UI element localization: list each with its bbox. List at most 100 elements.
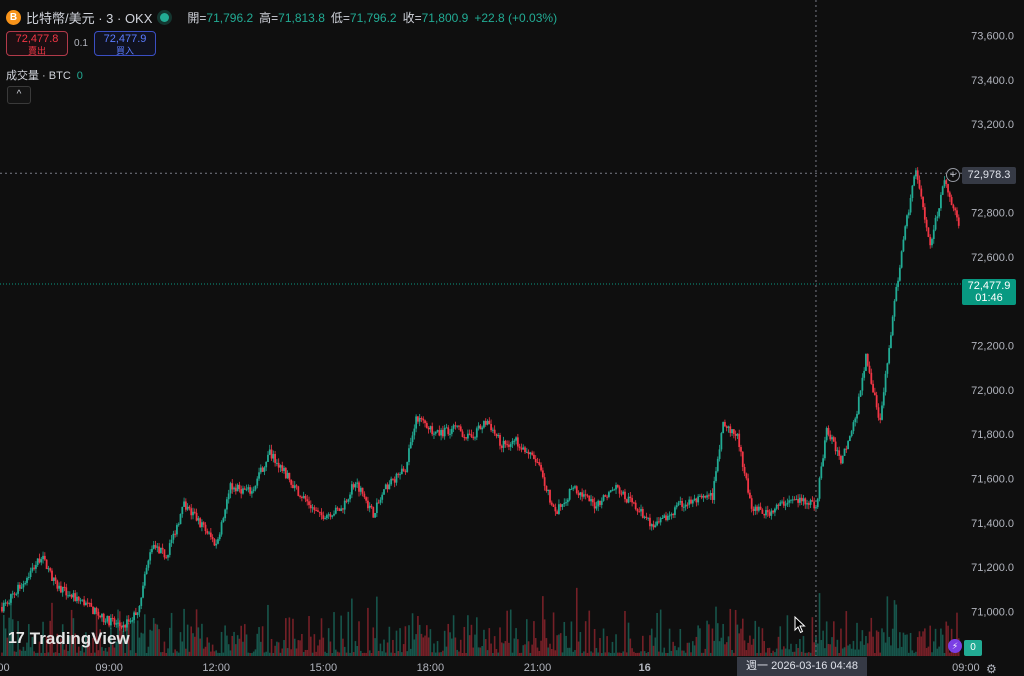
candle-body [29, 570, 32, 577]
trade-buttons: 72,477.8 賣出 0.1 72,477.9 買入 [6, 31, 156, 56]
volume-legend[interactable]: 成交量 · BTC 0 [6, 67, 83, 83]
candle-body [820, 466, 823, 479]
volume-bar [793, 651, 796, 656]
candle-body [538, 462, 541, 465]
volume-bar [604, 652, 607, 656]
volume-bar [615, 634, 617, 656]
candle-body [81, 599, 84, 601]
candle-body [923, 207, 926, 220]
collapse-legend-button[interactable]: ^ [7, 86, 31, 104]
candle-body [506, 444, 509, 446]
candle-body [572, 487, 575, 489]
volume-bar [902, 632, 905, 656]
candle-body [579, 492, 582, 496]
volume-bar [474, 634, 476, 656]
symbol-title[interactable]: 比特幣/美元 · 3 · OKX [26, 8, 152, 27]
volume-bar [285, 618, 287, 656]
volume-bar [445, 646, 448, 656]
volume-bar [365, 652, 367, 656]
candle-body [461, 431, 464, 437]
candle-body [483, 421, 485, 428]
price-chart[interactable]: 73,600.0 73,400.0 73,200.0 72,800.0 72,600.0… [0, 0, 1024, 676]
volume-bar [199, 638, 201, 656]
candle-body [111, 617, 114, 619]
candle-body [345, 500, 348, 502]
candle-body [208, 532, 210, 534]
volume-bar [731, 650, 733, 656]
volume-bar [802, 636, 805, 656]
candle-body [38, 558, 41, 563]
volume-bar [704, 648, 707, 656]
volume-bar [492, 653, 494, 656]
volume-bar [642, 635, 644, 656]
candle-body [884, 373, 887, 393]
candle-body [956, 210, 958, 218]
volume-bar [838, 652, 840, 656]
candle-body [468, 433, 471, 435]
volume-bar [286, 648, 289, 656]
symbol-legend[interactable]: B 比特幣/美元 · 3 · OKX 開= 71,796.2 高= 71,813.8… [6, 8, 557, 27]
volume-bar [165, 652, 168, 656]
volume-bar [522, 645, 525, 656]
volume-bar [545, 638, 548, 656]
candle-body [74, 593, 77, 602]
candle-body [458, 425, 460, 427]
volume-bar [741, 618, 744, 656]
volume-bar [608, 652, 610, 656]
candle-body [393, 479, 396, 483]
volume-bar [24, 650, 27, 656]
volume-bar [822, 630, 824, 656]
tradingview-mark-icon: 17 [8, 630, 25, 647]
candle-body [97, 611, 100, 616]
candle-body [484, 421, 487, 425]
candle-body [645, 516, 648, 518]
volume-bar [386, 642, 389, 656]
candle-body [781, 501, 783, 503]
candle-body [715, 471, 717, 482]
volume-bar [265, 651, 267, 656]
volume-bar [152, 618, 155, 656]
candle-body [186, 506, 189, 510]
candle-body [43, 555, 46, 560]
candle-body [793, 499, 796, 501]
volume-bar [715, 606, 717, 656]
volume-bar [788, 649, 790, 656]
candle-body [616, 485, 619, 488]
candle-body [725, 426, 728, 428]
candle-body [427, 427, 430, 430]
candle-body [563, 502, 566, 505]
price-axis[interactable]: 73,600.0 73,400.0 73,200.0 72,800.0 72,600.0… [971, 31, 1014, 619]
candle-body [293, 485, 296, 489]
lightning-icon[interactable]: ⚡ [948, 639, 962, 653]
sell-button[interactable]: 72,477.8 賣出 [6, 31, 68, 56]
candle-body [206, 531, 209, 534]
gear-icon[interactable]: ⚙ [986, 662, 997, 676]
candle-body [358, 482, 360, 492]
volume-bar [738, 633, 741, 656]
plus-circle-icon[interactable]: + [946, 168, 960, 182]
candle-body [411, 435, 414, 443]
volume-bar [249, 652, 251, 656]
candle-body [343, 500, 346, 510]
candle-body [33, 567, 36, 569]
candle-body [620, 493, 623, 495]
candle-body [881, 405, 883, 420]
volume-bar [859, 641, 862, 656]
volume-bar [858, 649, 860, 656]
volume-bar [154, 623, 157, 656]
time-tick-label: 09:00 [95, 662, 123, 674]
candle-body [690, 499, 692, 504]
volume-bar [40, 652, 43, 656]
candle-body [711, 493, 714, 500]
volume-bar [643, 651, 646, 656]
volume-bar [434, 652, 437, 656]
volume-bar [779, 626, 782, 656]
candle-body [454, 425, 457, 427]
candle-body [700, 495, 703, 498]
volume-bar [204, 646, 207, 656]
tradingview-logo[interactable]: 17 TradingView [8, 629, 130, 649]
buy-button[interactable]: 72,477.9 買入 [94, 31, 156, 56]
candle-body [10, 594, 12, 603]
volume-bar [409, 648, 412, 656]
candle-body [42, 555, 44, 560]
